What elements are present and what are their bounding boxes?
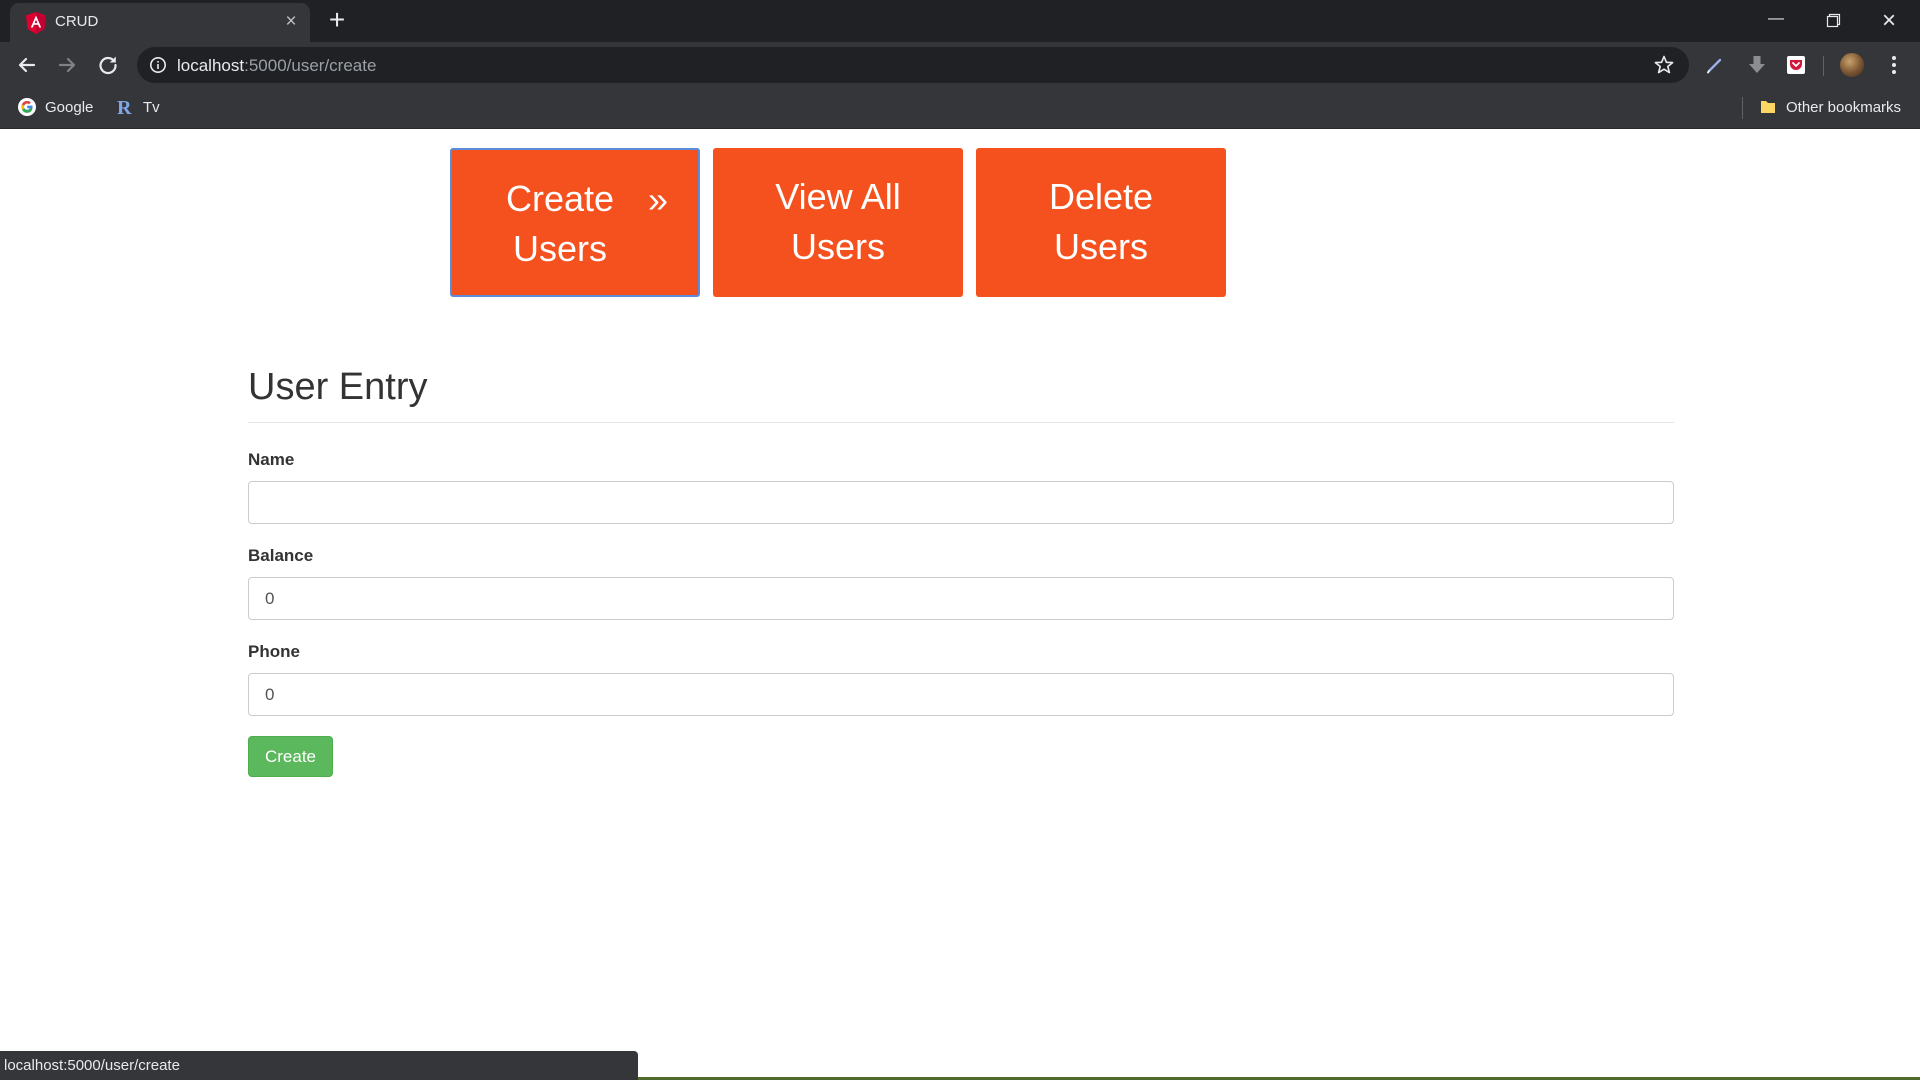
create-button[interactable]: Create — [248, 736, 333, 777]
browser-toolbar: localhost:5000/user/create — [0, 42, 1920, 87]
star-icon[interactable] — [1653, 54, 1675, 76]
url-host: localhost — [177, 56, 245, 75]
google-logo-icon — [18, 98, 36, 117]
other-bookmarks-label: Other bookmarks — [1786, 99, 1902, 116]
restore-icon[interactable] — [1810, 6, 1856, 36]
r-logo-icon: R — [117, 97, 132, 117]
pocket-icon[interactable] — [1784, 53, 1808, 77]
name-field[interactable] — [248, 481, 1674, 524]
delete-users-line1: Delete — [1048, 176, 1154, 217]
bookmark-tv[interactable]: R Tv — [115, 96, 160, 120]
pen-icon[interactable] — [1703, 53, 1727, 77]
view-all-users-button[interactable]: View All Users — [713, 148, 963, 297]
bookmark-google-label: Google — [45, 99, 94, 116]
download-icon[interactable] — [1745, 53, 1769, 77]
phone-field[interactable] — [248, 673, 1674, 716]
back-arrow-icon[interactable] — [12, 50, 42, 80]
other-bookmarks[interactable]: Other bookmarks — [1758, 96, 1901, 120]
svg-text:R: R — [117, 97, 132, 117]
balance-label: Balance — [248, 546, 314, 565]
create-users-label: Create Users — [452, 174, 668, 274]
balance-field[interactable] — [248, 577, 1674, 620]
delete-users-label: Delete Users — [976, 172, 1226, 272]
create-users-line2: Users — [512, 228, 607, 269]
angular-logo-icon — [26, 12, 46, 34]
bookmarks-bar: Google R Tv Other bookmarks — [0, 87, 1920, 129]
name-label: Name — [248, 450, 295, 469]
status-bar-url: localhost:5000/user/create — [0, 1051, 638, 1080]
create-users-line1: Create — [505, 178, 615, 219]
kebab-menu-icon[interactable] — [1882, 53, 1906, 77]
folder-icon — [1761, 101, 1775, 114]
forward-arrow-icon[interactable] — [52, 50, 82, 80]
view-all-users-line2: Users — [790, 226, 885, 267]
url-path: :5000/user/create — [244, 56, 377, 75]
close-window-icon[interactable]: × — [1866, 6, 1912, 36]
address-bar[interactable]: localhost:5000/user/create — [137, 47, 1689, 83]
close-icon[interactable]: × — [280, 11, 302, 33]
delete-users-line2: Users — [1053, 226, 1148, 267]
create-users-button[interactable]: Create Users » — [450, 148, 700, 297]
reload-icon[interactable] — [93, 50, 123, 80]
minimize-icon[interactable]: — — [1753, 6, 1799, 36]
bookmark-tv-label: Tv — [143, 99, 160, 116]
user-entry-form: User Entry Name Balance Phone Create — [248, 360, 1674, 777]
bookmarks-divider — [1742, 97, 1743, 119]
bookmark-google[interactable]: Google — [17, 96, 93, 120]
double-chevron-right-icon: » — [648, 179, 669, 220]
delete-users-button[interactable]: Delete Users — [976, 148, 1226, 297]
avatar[interactable] — [1840, 53, 1864, 77]
phone-label: Phone — [248, 642, 300, 661]
view-all-users-line1: View All — [775, 176, 901, 217]
plus-icon[interactable]: + — [325, 6, 349, 34]
info-icon[interactable] — [149, 56, 167, 74]
page-title: User Entry — [248, 360, 1674, 423]
url-text: localhost:5000/user/create — [177, 56, 376, 76]
view-all-users-label: View All Users — [713, 172, 963, 272]
tab-title: CRUD — [55, 13, 99, 30]
tab-crud[interactable]: CRUD × — [10, 3, 310, 42]
toolbar-divider — [1823, 56, 1824, 76]
tab-strip: CRUD × + — × — [0, 0, 1920, 42]
